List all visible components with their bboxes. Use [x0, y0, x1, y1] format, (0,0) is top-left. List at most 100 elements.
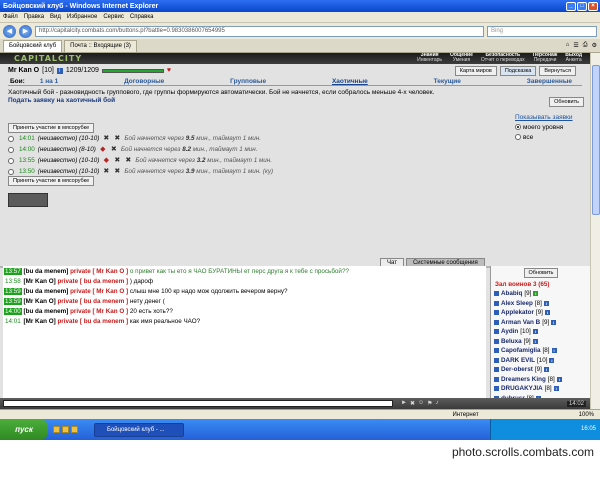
filter-icon[interactable]: ⚑	[427, 400, 432, 407]
back-icon[interactable]: ◀	[3, 24, 16, 38]
chat-private[interactable]: private [ Mr Kan O ]	[70, 308, 128, 315]
forward-icon[interactable]: ▶	[19, 24, 32, 38]
print-icon[interactable]: ⎙	[583, 42, 588, 49]
tab-1v1[interactable]: 1 на 1	[30, 78, 68, 85]
quicklaunch-icon[interactable]	[71, 426, 78, 433]
nav-profile[interactable]: Анкета	[565, 58, 582, 63]
quicklaunch-icon[interactable]	[53, 426, 60, 433]
info-icon[interactable]: i	[556, 376, 562, 382]
tab-group[interactable]: Групповые	[220, 78, 276, 85]
close-icon[interactable]: ×	[588, 1, 598, 11]
chat-input[interactable]	[3, 400, 393, 407]
roster-item[interactable]: Ababiq [9] i	[491, 289, 590, 299]
return-button[interactable]: Вернуться	[539, 66, 576, 76]
chat-nick[interactable]: [Mr Kan O]	[24, 278, 56, 285]
menu-edit[interactable]: Правка	[24, 14, 44, 20]
menu-help[interactable]: Справка	[130, 14, 154, 20]
roster-item[interactable]: Aydin [10] i	[491, 327, 590, 337]
nav-inventory[interactable]: Инвентарь	[417, 58, 442, 63]
roster-item[interactable]: Beluxa [9] i	[491, 337, 590, 347]
start-button[interactable]: пуск	[0, 419, 48, 440]
menu-view[interactable]: Вид	[50, 14, 61, 20]
tab-contract[interactable]: Договорные	[114, 78, 174, 85]
chat-private[interactable]: private [ Mr Kan O ]	[70, 268, 128, 275]
radio-icon[interactable]	[8, 157, 14, 164]
player-name[interactable]: Capofamiglia	[501, 346, 541, 356]
roster-item[interactable]: DARK EVIL [10] i	[491, 356, 590, 366]
player-name[interactable]: DRUGAKYJIA	[501, 384, 543, 394]
menu-tools[interactable]: Сервис	[103, 14, 124, 20]
roster-item[interactable]: Arman Van B [9] i	[491, 318, 590, 328]
search-input[interactable]: Bing	[487, 25, 597, 37]
smile-icon[interactable]: ☺	[418, 400, 424, 407]
player-name[interactable]: Arman Van B	[501, 318, 540, 328]
option-my-level[interactable]: моего уровня	[515, 123, 573, 133]
info-icon[interactable]: i	[551, 319, 557, 325]
tab-finished[interactable]: Завершенные	[517, 78, 582, 85]
nav-transfers-report[interactable]: Отчет о переводах	[481, 58, 525, 63]
menu-favorites[interactable]: Избранное	[67, 14, 97, 20]
world-map-button[interactable]: Карта миров	[454, 66, 497, 76]
chat-nick[interactable]: [bu da menem]	[24, 288, 69, 295]
chat-private[interactable]: private [ Mr Kan O ]	[70, 288, 128, 295]
info-icon[interactable]: i	[56, 67, 63, 74]
tab-chat[interactable]: Чат	[380, 258, 404, 266]
chat-nick[interactable]: [bu da menem]	[24, 308, 69, 315]
roster-item[interactable]: DRUGAKYJIA [8] i	[491, 384, 590, 394]
tab-system-messages[interactable]: Системные сообщения	[405, 258, 485, 266]
chat-nick[interactable]: [Mr Kan O]	[24, 318, 56, 325]
tab-mail[interactable]: Почта :: Входящие (3)	[64, 40, 137, 52]
roster-item[interactable]: Der-oberst [9] i	[491, 365, 590, 375]
home-icon[interactable]: ⌂	[566, 42, 570, 49]
player-name[interactable]: Aydin	[501, 327, 518, 337]
feeds-icon[interactable]: ☰	[573, 42, 578, 49]
info-icon[interactable]: i	[532, 329, 538, 335]
info-icon[interactable]: i	[532, 338, 538, 344]
player-name[interactable]: Dreamers King	[501, 375, 546, 385]
info-icon[interactable]: i	[543, 300, 549, 306]
tab-chaotic[interactable]: Хаотичные	[322, 78, 378, 85]
apply-link[interactable]: Подать заявку на хаотичный бой	[8, 97, 473, 105]
roster-item[interactable]: Dreamers King [8] i	[491, 375, 590, 385]
chat-private[interactable]: private [ bu da menem ]	[57, 318, 128, 325]
zoom-level[interactable]: 100%	[579, 412, 594, 418]
player-name[interactable]: Der-oberst	[501, 365, 533, 375]
roster-item[interactable]: Alex Sleep [8] i	[491, 299, 590, 309]
send-icon[interactable]: ►	[401, 400, 407, 407]
radio-icon[interactable]	[515, 124, 521, 131]
maximize-icon[interactable]: □	[577, 1, 587, 11]
roster-item[interactable]: Applekator [9] i	[491, 308, 590, 318]
taskbar-item-ie[interactable]: Бойцовский клуб - ...	[94, 422, 184, 437]
player-name[interactable]: DARK EVIL	[501, 356, 535, 366]
player-name[interactable]: Ababiq	[501, 289, 522, 299]
hint-button[interactable]: Подсказка	[499, 66, 537, 76]
chat-private[interactable]: private [ bu da menem ]	[57, 298, 128, 305]
minimize-icon[interactable]: _	[566, 1, 576, 11]
menu-file[interactable]: Файл	[3, 14, 18, 20]
player-name[interactable]: Beluxa	[501, 337, 522, 347]
info-icon[interactable]: i	[549, 357, 555, 363]
chat-nick[interactable]: [bu da menem]	[24, 268, 69, 275]
info-icon[interactable]: i	[543, 367, 549, 373]
radio-icon[interactable]	[515, 134, 521, 141]
player-name[interactable]: Alex Sleep	[501, 299, 533, 309]
roster-item[interactable]: Capofamiglia [8] i	[491, 346, 590, 356]
join-meatgrinder-button-bottom[interactable]: Принять участие в мясорубке	[8, 176, 95, 186]
roster-refresh-button[interactable]: Обновить	[523, 268, 558, 278]
info-icon[interactable]: i	[533, 291, 539, 297]
nav-transfers[interactable]: Передачи	[533, 58, 558, 63]
tab-current[interactable]: Текущие	[424, 78, 471, 85]
nav-skills[interactable]: Умения	[450, 58, 473, 63]
chat-nick[interactable]: [Mr Kan O]	[24, 298, 56, 305]
tab-combats[interactable]: Бойцовский клуб	[3, 40, 63, 52]
info-icon[interactable]: i	[553, 386, 559, 392]
radio-icon[interactable]	[8, 135, 14, 142]
join-meatgrinder-button[interactable]: Принять участие в мясорубке	[8, 123, 95, 133]
page-scrollbar[interactable]	[590, 53, 600, 409]
quicklaunch-icon[interactable]	[62, 426, 69, 433]
radio-icon[interactable]	[8, 168, 14, 175]
radio-icon[interactable]	[8, 146, 14, 153]
scroll-thumb[interactable]	[592, 65, 600, 215]
address-input[interactable]: http://capitalcity.combats.com/buttons.p…	[35, 25, 484, 37]
username[interactable]: Mr Kan O	[8, 67, 39, 74]
